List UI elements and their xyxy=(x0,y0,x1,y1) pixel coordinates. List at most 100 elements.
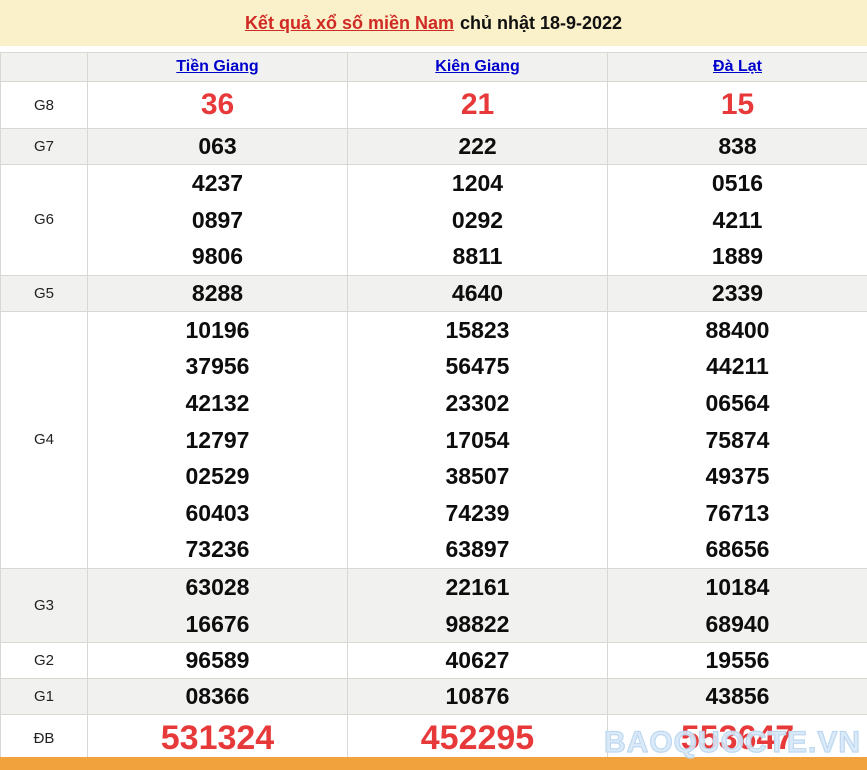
province-link-tien-giang[interactable]: Tiền Giang xyxy=(176,58,258,75)
prize-row-g2: G2 96589 40627 19556 xyxy=(0,642,867,680)
prize-cell: 4237 0897 9806 xyxy=(87,164,348,276)
prize-number: 96589 xyxy=(185,647,250,674)
prize-number: 16676 xyxy=(185,610,250,637)
prize-number: 23302 xyxy=(445,389,510,416)
prize-row-g8: G8 36 21 15 xyxy=(0,81,867,129)
prize-cell: 553647 xyxy=(607,714,867,763)
prize-cell: 63028 16676 xyxy=(87,567,348,644)
prize-number: 4211 xyxy=(712,206,763,233)
prize-cell: 08366 xyxy=(87,678,348,716)
prize-number: 49375 xyxy=(705,463,770,490)
prize-cell: 22161 98822 xyxy=(347,567,608,644)
prize-cell: 15 xyxy=(607,81,867,129)
prize-cell: 88400 44211 06564 75874 49375 76713 68656 xyxy=(607,310,867,569)
prize-cell: 2339 xyxy=(607,274,867,312)
prize-cell: 063 xyxy=(87,128,348,165)
prize-cell: 43856 xyxy=(607,678,867,716)
prize-cell: 0516 4211 1889 xyxy=(607,164,867,276)
prize-number: 2339 xyxy=(711,279,764,306)
prize-row-g1: G1 08366 10876 43856 xyxy=(0,678,867,716)
prize-cell: 838 xyxy=(607,128,867,165)
prize-cell: 10184 68940 xyxy=(607,567,867,644)
prize-number: 9806 xyxy=(191,243,244,270)
prize-cell: 21 xyxy=(347,81,608,129)
prize-cell: 96589 xyxy=(87,642,348,680)
prize-label: G6 xyxy=(0,164,88,276)
prize-number: 0897 xyxy=(191,206,244,233)
prize-label: G4 xyxy=(0,310,88,569)
prize-row-g4: G4 10196 37956 42132 12797 02529 60403 73236 158… xyxy=(0,310,867,569)
prize-cell: 10876 xyxy=(347,678,608,716)
prize-number: 63897 xyxy=(445,536,510,563)
prize-cell: 36 xyxy=(87,81,348,129)
prize-number: 42132 xyxy=(185,389,250,416)
prize-number: 8288 xyxy=(191,279,244,306)
prize-cell: 10196 37956 42132 12797 02529 60403 73236 xyxy=(87,310,348,569)
province-header-da-lat: Đà Lạt xyxy=(607,52,867,82)
prize-number: 63028 xyxy=(185,573,250,600)
prize-cell: 4640 xyxy=(347,274,608,312)
title-date: chủ nhật 18-9-2022 xyxy=(460,12,623,33)
prize-number: 68656 xyxy=(705,536,770,563)
footer-orange-bar xyxy=(0,757,867,770)
title-link[interactable]: Kết quả xổ số miền Nam xyxy=(245,13,454,34)
province-header-tien-giang: Tiền Giang xyxy=(87,52,348,82)
prize-number: 063 xyxy=(198,133,237,159)
prize-row-đb: ĐB 531324 452295 553647 xyxy=(0,714,867,763)
prize-number: 4237 xyxy=(191,170,244,196)
prize-cell: 19556 xyxy=(607,642,867,680)
prize-cell: 452295 xyxy=(347,714,608,763)
prize-label: ĐB xyxy=(0,714,88,763)
prize-number: 76713 xyxy=(705,499,770,526)
prize-number: 75874 xyxy=(705,426,770,453)
prize-cell: 8288 xyxy=(87,274,348,312)
prize-label: G3 xyxy=(0,567,88,644)
prize-number: 15 xyxy=(720,88,755,121)
prize-number: 38507 xyxy=(445,463,510,490)
province-link-da-lat[interactable]: Đà Lạt xyxy=(713,58,762,75)
prize-number: 553647 xyxy=(680,719,795,758)
prize-row-g3: G3 63028 16676 22161 98822 10184 68940 xyxy=(0,567,867,644)
prize-row-g7: G7 063 222 838 xyxy=(0,128,867,165)
results-table-wrap: Tiền Giang Kiên Giang Đà Lạt G8 36 21 15 G7 0… xyxy=(0,52,867,763)
prize-number: 88400 xyxy=(705,316,770,343)
prize-label: G7 xyxy=(0,128,88,165)
prize-number: 60403 xyxy=(185,499,250,526)
prize-number: 222 xyxy=(458,133,497,159)
prize-number: 10876 xyxy=(445,683,510,710)
prize-number: 0516 xyxy=(711,170,764,196)
prize-row-g5: G5 8288 4640 2339 xyxy=(0,274,867,312)
prize-cell: 1204 0292 8811 xyxy=(347,164,608,276)
prize-number: 02529 xyxy=(185,463,250,490)
prize-number: 4640 xyxy=(451,279,504,306)
prize-label: G2 xyxy=(0,642,88,680)
table-header-row: Tiền Giang Kiên Giang Đà Lạt xyxy=(0,52,867,82)
lottery-results-table: Tiền Giang Kiên Giang Đà Lạt G8 36 21 15 G7 0… xyxy=(0,52,867,763)
prize-number: 43856 xyxy=(705,683,770,710)
prize-label: G1 xyxy=(0,678,88,716)
prize-number: 452295 xyxy=(420,719,535,758)
prize-cell: 531324 xyxy=(87,714,348,763)
prize-number: 1889 xyxy=(711,243,764,270)
province-link-kien-giang[interactable]: Kiên Giang xyxy=(435,58,519,75)
prize-number: 21 xyxy=(460,88,495,121)
prize-number: 22161 xyxy=(445,573,510,600)
prize-number: 56475 xyxy=(445,353,510,380)
prize-number: 08366 xyxy=(185,683,250,710)
prize-number: 36 xyxy=(200,88,235,121)
prize-number: 1204 xyxy=(451,170,504,196)
prize-number: 12797 xyxy=(185,426,250,453)
prize-number: 8811 xyxy=(452,243,503,270)
province-header-kien-giang: Kiên Giang xyxy=(347,52,608,82)
prize-number: 15823 xyxy=(445,316,510,343)
prize-row-g6: G6 4237 0897 9806 1204 0292 8811 0516 4211 1889 xyxy=(0,164,867,276)
prize-number: 10184 xyxy=(705,573,770,600)
prize-number: 531324 xyxy=(160,719,275,758)
prize-number: 98822 xyxy=(445,610,510,637)
prize-number: 06564 xyxy=(705,389,770,416)
prize-number: 44211 xyxy=(706,353,769,380)
corner-cell xyxy=(0,52,88,82)
prize-number: 74239 xyxy=(445,499,510,526)
prize-number: 17054 xyxy=(445,426,510,453)
prize-number: 0292 xyxy=(451,206,504,233)
